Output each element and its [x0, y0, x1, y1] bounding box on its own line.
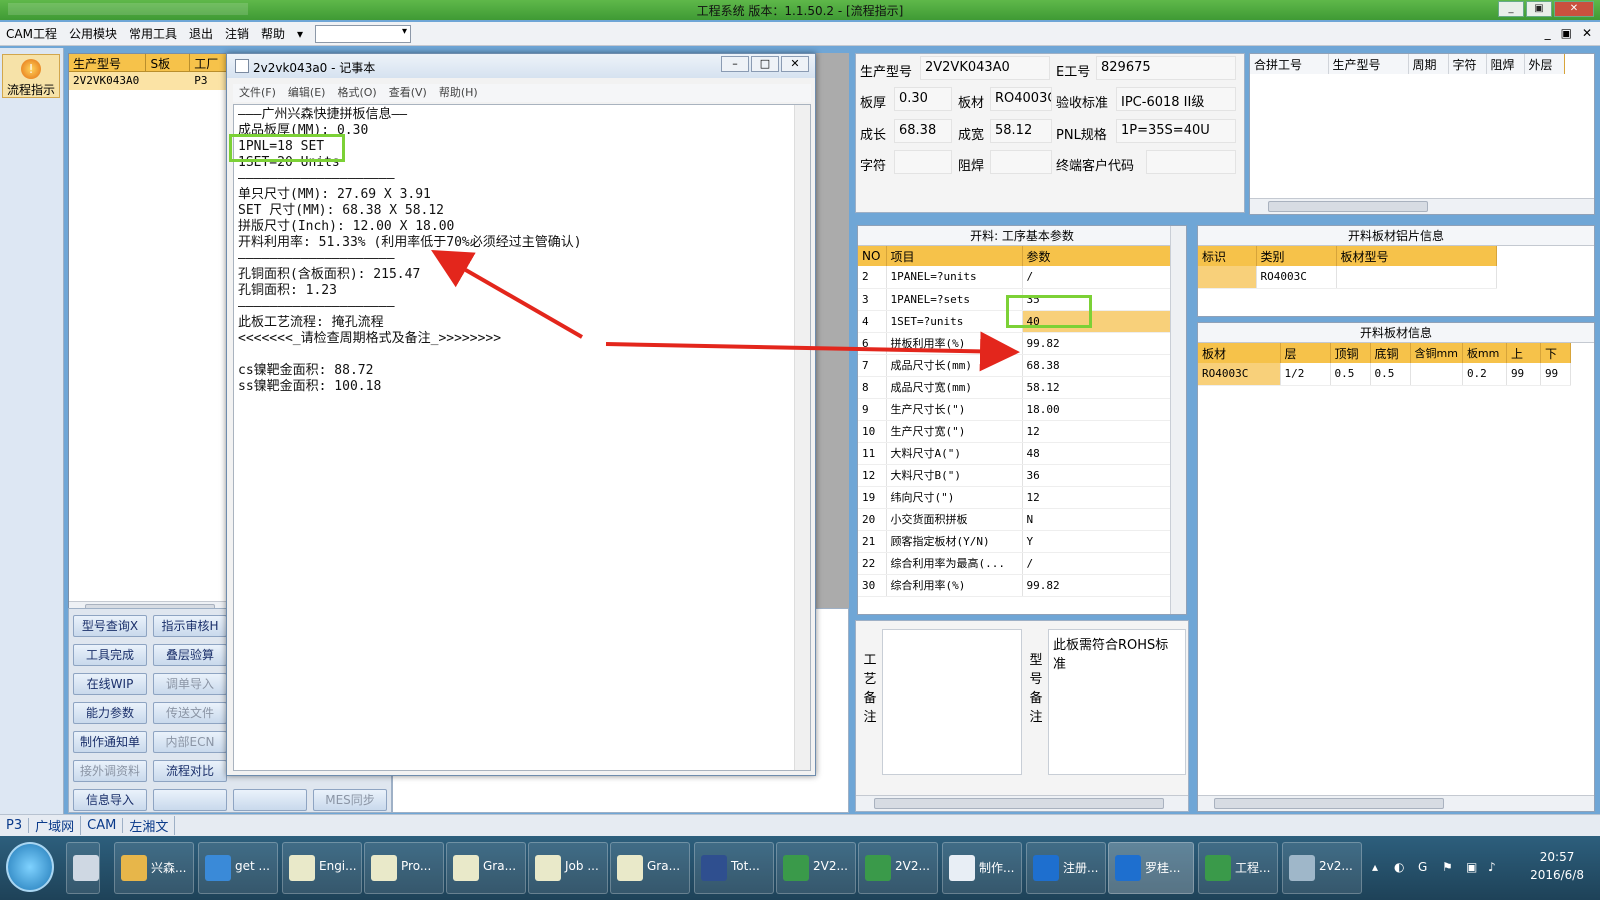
arrow-to-utilization-param: [605, 331, 1020, 372]
annotation-arrows: [431, 250, 1020, 372]
arrow-to-utilization-text: [431, 250, 583, 339]
